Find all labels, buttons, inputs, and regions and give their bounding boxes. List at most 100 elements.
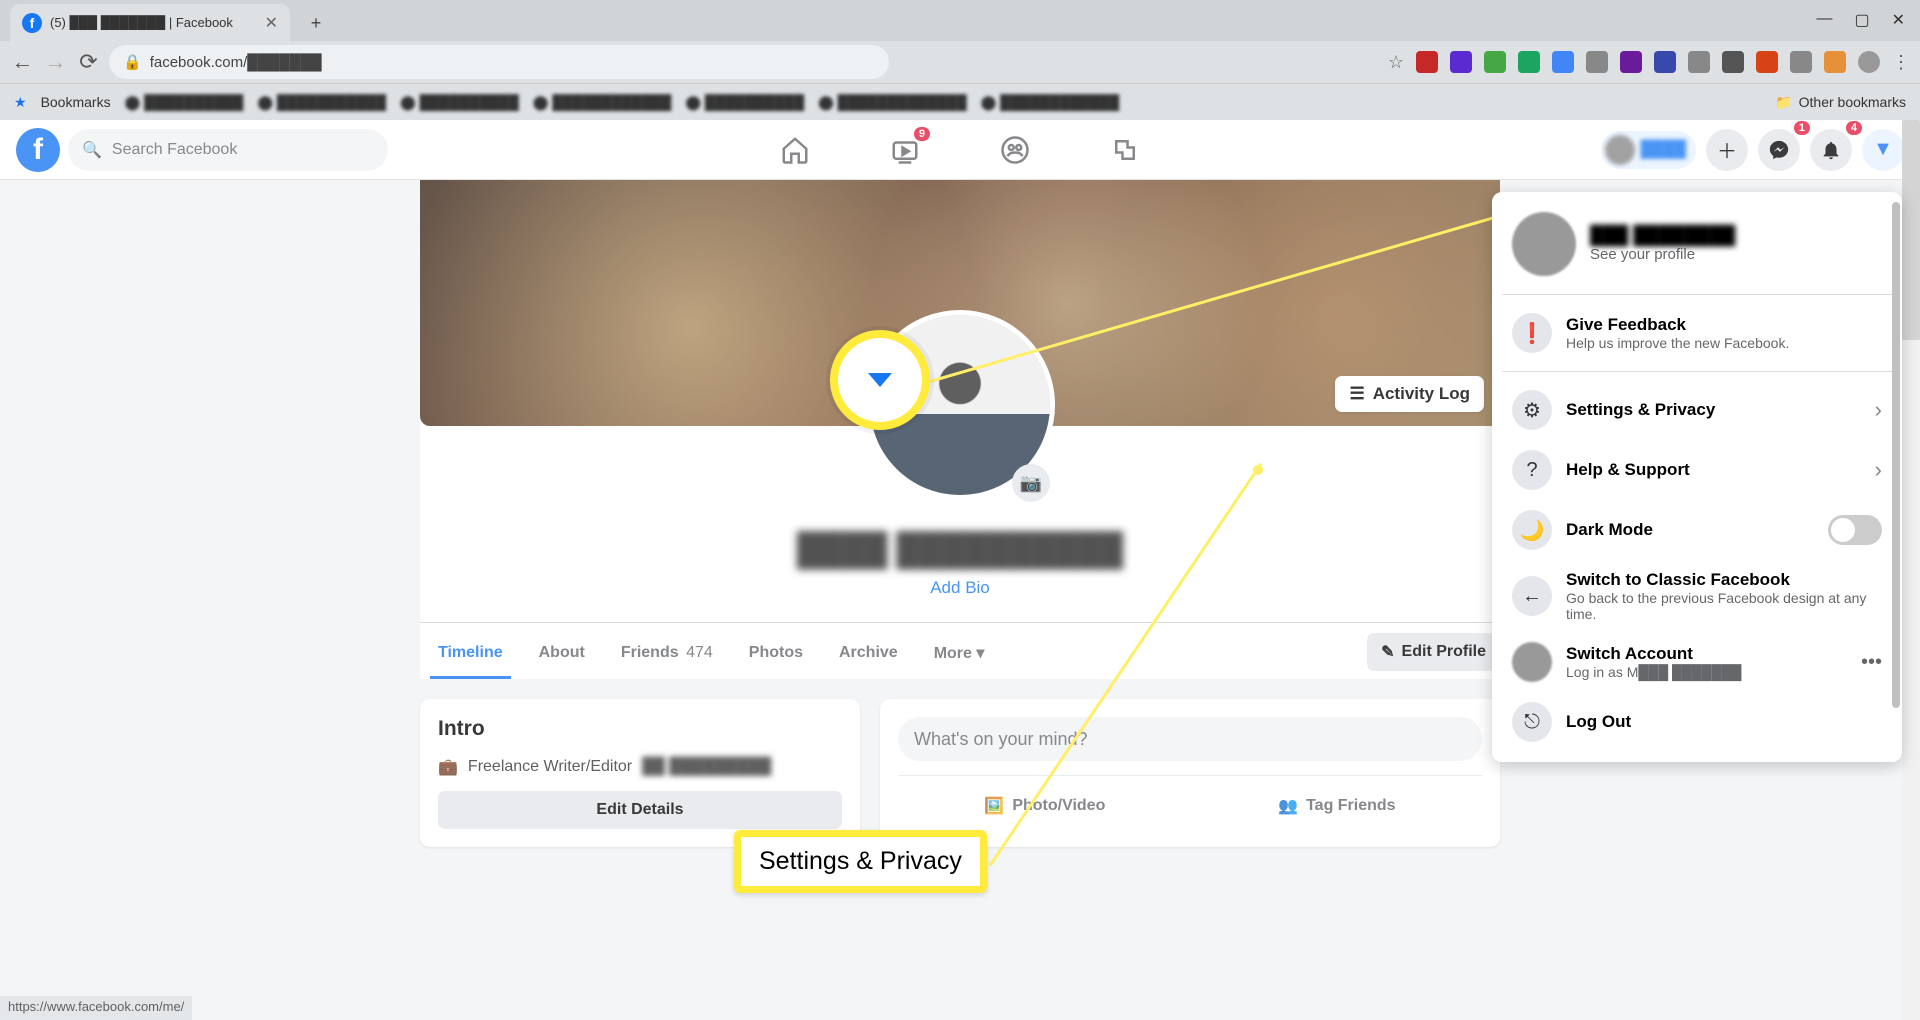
avatar — [1605, 135, 1635, 165]
update-photo-button[interactable]: 📷 — [1012, 464, 1050, 502]
messenger-button[interactable]: 1 — [1758, 129, 1800, 171]
star-icon[interactable]: ☆ — [1388, 52, 1404, 73]
create-button[interactable]: ＋ — [1706, 129, 1748, 171]
extension-icon[interactable] — [1416, 51, 1438, 73]
facebook-favicon: f — [22, 13, 42, 33]
forward-button[interactable]: → — [43, 50, 68, 75]
extension-icon[interactable] — [1484, 51, 1506, 73]
create-post-card: What's on your mind? 🖼️Photo/Video 👥Tag … — [880, 699, 1500, 847]
bookmark-item[interactable]: ⬤ ██████████ — [685, 94, 804, 111]
avatar — [1512, 642, 1552, 682]
address-bar[interactable]: 🔒 facebook.com/███████ — [109, 45, 889, 79]
extension-icon[interactable] — [1654, 51, 1676, 73]
bookmark-star-icon: ★ — [14, 94, 27, 111]
dropdown-profile[interactable]: ███ ████████ See your profile — [1502, 202, 1892, 286]
bookmark-item[interactable]: ⬤ ████████████ — [981, 94, 1120, 111]
intro-card: Intro 💼 Freelance Writer/Editor ██ █████… — [420, 699, 860, 847]
bookmark-item[interactable]: ⬤ ███████████ — [257, 94, 386, 111]
profile-chip[interactable]: ████ — [1601, 131, 1696, 169]
page-scrollbar[interactable] — [1902, 120, 1920, 1020]
window-minimize[interactable]: — — [1816, 10, 1832, 30]
messenger-badge: 1 — [1794, 121, 1810, 135]
extension-icon[interactable] — [1586, 51, 1608, 73]
dropdown-feedback[interactable]: ❗ Give FeedbackHelp us improve the new F… — [1502, 303, 1892, 363]
dropdown-help-support[interactable]: ? Help & Support › — [1502, 440, 1892, 500]
tab-about[interactable]: About — [521, 626, 603, 678]
bookmark-item[interactable]: ⬤ ████████████ — [533, 94, 672, 111]
dropdown-switch-account[interactable]: Switch AccountLog in as M███ ███████ ••• — [1502, 632, 1892, 692]
toolbar: ← → ⟳ 🔒 facebook.com/███████ ☆ ⋮ — [0, 41, 1920, 83]
new-tab-button[interactable]: + — [302, 9, 330, 37]
reload-button[interactable]: ⟳ — [76, 50, 101, 75]
activity-log-button[interactable]: ☰ Activity Log — [1335, 376, 1484, 412]
feedback-icon: ❗ — [1512, 313, 1552, 353]
extension-icon[interactable] — [1722, 51, 1744, 73]
avatar — [1512, 212, 1576, 276]
profile-avatar-icon[interactable] — [1858, 51, 1880, 73]
url-text: facebook.com/███████ — [150, 54, 322, 71]
profile-name: ████ ██████████ — [420, 531, 1500, 568]
home-icon[interactable] — [780, 135, 810, 165]
annotation-label: Settings & Privacy — [734, 830, 987, 893]
extension-icon[interactable] — [1824, 51, 1846, 73]
search-icon: 🔍 — [82, 140, 102, 160]
gaming-icon[interactable] — [1110, 135, 1140, 165]
edit-details-button[interactable]: Edit Details — [438, 791, 842, 829]
dropdown-settings-privacy[interactable]: ⚙ Settings & Privacy › — [1502, 380, 1892, 440]
extension-icon[interactable] — [1620, 51, 1642, 73]
dropdown-profile-name: ███ ████████ — [1590, 225, 1735, 246]
dropdown-logout[interactable]: ⎋ Log Out — [1502, 692, 1892, 752]
account-dropdown: ███ ████████ See your profile ❗ Give Fee… — [1492, 192, 1902, 762]
more-icon[interactable]: ••• — [1861, 651, 1882, 674]
photo-video-button[interactable]: 🖼️Photo/Video — [970, 788, 1119, 824]
bookmarks-label[interactable]: Bookmarks — [41, 94, 111, 110]
tab-title: (5) ███ ███████ | Facebook — [50, 15, 257, 30]
browser-tab[interactable]: f (5) ███ ███████ | Facebook ✕ — [10, 4, 290, 41]
tab-friends[interactable]: Friends 474 — [603, 626, 731, 678]
watch-icon[interactable]: 9 — [890, 135, 920, 165]
dropdown-scrollbar[interactable] — [1892, 202, 1900, 752]
facebook-logo[interactable]: f — [16, 128, 60, 172]
add-bio-link[interactable]: Add Bio — [420, 578, 1500, 598]
search-input[interactable]: 🔍 Search Facebook — [68, 129, 388, 171]
post-input[interactable]: What's on your mind? — [898, 717, 1482, 761]
extension-icon[interactable] — [1756, 51, 1778, 73]
notifications-button[interactable]: 4 — [1810, 129, 1852, 171]
window-close[interactable]: ✕ — [1892, 10, 1905, 30]
tab-timeline[interactable]: Timeline — [420, 626, 521, 678]
bookmark-item[interactable]: ⬤ ██████████ — [125, 94, 244, 111]
dropdown-classic-facebook[interactable]: ← Switch to Classic FacebookGo back to t… — [1502, 560, 1892, 632]
gear-icon: ⚙ — [1512, 390, 1552, 430]
back-button[interactable]: ← — [10, 50, 35, 75]
edit-profile-button[interactable]: ✎ Edit Profile — [1367, 633, 1500, 671]
separator — [1502, 371, 1892, 372]
header-right: ████ ＋ 1 4 ▼ — [1601, 129, 1904, 171]
profile-tabs: Timeline About Friends 474 Photos Archiv… — [420, 622, 1500, 679]
other-bookmarks[interactable]: 📁 Other bookmarks — [1775, 94, 1906, 111]
dark-mode-toggle[interactable] — [1828, 515, 1882, 545]
extension-icon[interactable] — [1552, 51, 1574, 73]
tag-friends-button[interactable]: 👥Tag Friends — [1264, 788, 1409, 824]
tab-photos[interactable]: Photos — [731, 626, 821, 678]
toolbar-right: ☆ ⋮ — [1388, 51, 1910, 73]
window-maximize[interactable]: ▢ — [1854, 10, 1869, 30]
extension-icon[interactable] — [1790, 51, 1812, 73]
lock-icon: 🔒 — [123, 53, 142, 71]
account-menu-button[interactable]: ▼ — [1862, 129, 1904, 171]
tab-more[interactable]: More ▾ — [916, 625, 1003, 679]
dropdown-dark-mode[interactable]: 🌙 Dark Mode — [1502, 500, 1892, 560]
tag-icon: 👥 — [1278, 796, 1298, 816]
back-arrow-icon: ← — [1512, 576, 1552, 616]
bookmark-item[interactable]: ⬤ █████████████ — [818, 94, 967, 111]
chrome-menu-icon[interactable]: ⋮ — [1892, 52, 1910, 73]
close-tab-icon[interactable]: ✕ — [265, 13, 278, 33]
search-placeholder: Search Facebook — [112, 141, 237, 159]
groups-icon[interactable] — [1000, 135, 1030, 165]
extension-icon[interactable] — [1518, 51, 1540, 73]
tab-archive[interactable]: Archive — [821, 626, 916, 678]
bookmarks-bar: ★ Bookmarks ⬤ ██████████ ⬤ ███████████ ⬤… — [0, 83, 1920, 120]
extension-icon[interactable] — [1450, 51, 1472, 73]
bookmark-item[interactable]: ⬤ ██████████ — [400, 94, 519, 111]
extension-icon[interactable] — [1688, 51, 1710, 73]
chevron-right-icon: › — [1875, 457, 1882, 483]
